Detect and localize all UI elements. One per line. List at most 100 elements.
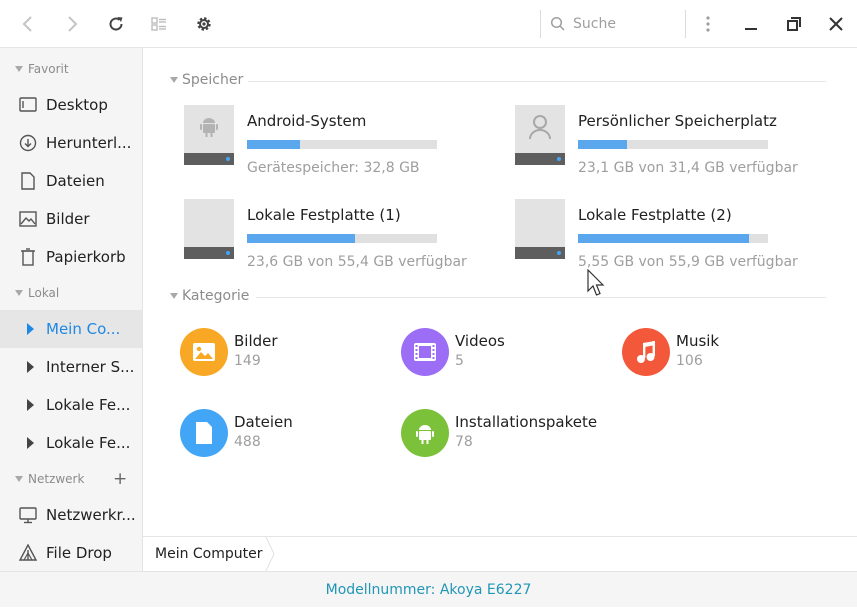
expand-arrow-icon[interactable] (27, 399, 34, 411)
category-documents[interactable]: Dateien 488 (180, 409, 380, 457)
drive-led (226, 251, 230, 255)
drive-thumbnail (184, 199, 234, 259)
sidebar-item-local-disk-2[interactable]: Lokale Fe... (0, 424, 142, 462)
chevron-right-icon (68, 16, 78, 32)
usage-bar (247, 234, 437, 243)
sidebar-item-desktop[interactable]: Desktop (0, 86, 142, 124)
sidebar-item-label: Papierkorb (46, 248, 126, 266)
category-circle (401, 328, 449, 376)
drive-name: Lokale Festplatte (2) (578, 206, 732, 224)
search-input[interactable] (573, 13, 673, 35)
sidebar-item-file-drop[interactable]: File Drop (0, 534, 142, 572)
sidebar-item-downloads[interactable]: Herunterl... (0, 124, 142, 162)
maximize-button[interactable] (782, 12, 806, 36)
storage-header[interactable]: Speicher (170, 72, 826, 90)
menu-button[interactable] (696, 12, 720, 36)
collapse-arrow-icon (15, 66, 23, 72)
sidebar-item-network[interactable]: Netzwerkr... (0, 496, 142, 534)
sidebar-item-label: Herunterl... (46, 134, 132, 152)
category-count: 149 (234, 353, 261, 369)
sidebar-item-label: Desktop (46, 96, 108, 114)
category-install-packages[interactable]: Installationspakete 78 (401, 409, 601, 457)
sidebar-item-local-disk-1[interactable]: Lokale Fe... (0, 386, 142, 424)
download-icon (19, 134, 37, 152)
sidebar-item-trash[interactable]: Papierkorb (0, 238, 142, 276)
sidebar: Favorit Desktop Herunterl... Dateien Bil… (0, 48, 143, 571)
toolbar (0, 0, 857, 48)
sidebar-item-label: Lokale Fe... (46, 434, 131, 452)
category-count: 488 (234, 434, 261, 450)
drive-name: Android-System (247, 112, 367, 130)
drive-name: Persönlicher Speicherplatz (578, 112, 777, 130)
sidebar-item-label: Lokale Fe... (46, 396, 131, 414)
sidebar-item-label: File Drop (46, 544, 112, 562)
expand-arrow-icon[interactable] (27, 361, 34, 373)
sidebar-item-label: Dateien (46, 172, 105, 190)
breadcrumb-my-computer[interactable]: Mein Computer (143, 537, 275, 571)
category-name: Musik (676, 332, 720, 350)
divider (256, 297, 826, 298)
usage-fill (578, 140, 628, 149)
search-box[interactable] (540, 10, 686, 38)
usage-fill (247, 140, 301, 149)
category-videos[interactable]: Videos 5 (401, 328, 601, 376)
section-favorites[interactable]: Favorit (0, 59, 143, 81)
category-images[interactable]: Bilder 149 (180, 328, 380, 376)
forward-button[interactable] (60, 12, 84, 36)
close-button[interactable] (824, 12, 848, 36)
drive-local-disk-1[interactable]: Lokale Festplatte (1) 23,6 GB von 55,4 G… (184, 199, 484, 279)
expand-arrow-icon[interactable] (27, 323, 34, 335)
sidebar-item-internal-storage[interactable]: Interner S... (0, 348, 142, 386)
file-icon (21, 172, 35, 190)
drive-base (184, 153, 234, 165)
status-bar: Modellnummer: Akoya E6227 (0, 571, 857, 607)
add-network-button[interactable]: + (113, 469, 127, 489)
gear-icon (197, 17, 211, 31)
section-label: Netzwerk (28, 472, 85, 486)
minimize-icon (745, 28, 757, 30)
path-bar: Mein Computer (143, 536, 857, 571)
storage-title: Speicher (182, 72, 244, 88)
drive-base (515, 247, 565, 259)
section-network[interactable]: Netzwerk + (0, 469, 143, 491)
drive-led (226, 157, 230, 161)
drive-local-disk-2[interactable]: Lokale Festplatte (2) 5,55 GB von 55,9 G… (515, 199, 815, 279)
chevron-left-icon (22, 16, 32, 32)
category-title: Kategorie (182, 288, 250, 304)
back-button[interactable] (16, 12, 40, 36)
settings-button[interactable] (192, 12, 216, 36)
usage-bar (578, 234, 768, 243)
search-icon (550, 16, 565, 31)
desktop-icon (19, 97, 37, 112)
divider (248, 81, 826, 82)
drive-base (184, 247, 234, 259)
expand-arrow-icon[interactable] (27, 437, 34, 449)
sidebar-item-label: Mein Co... (46, 320, 121, 338)
section-label: Lokal (28, 286, 60, 300)
sidebar-item-label: Netzwerkr... (46, 506, 136, 524)
video-icon (414, 343, 436, 361)
section-local[interactable]: Lokal (0, 283, 143, 305)
collapse-arrow-icon (170, 77, 178, 83)
view-toggle-button[interactable] (147, 12, 171, 36)
category-name: Installationspakete (455, 413, 598, 431)
drive-personal-storage[interactable]: Persönlicher Speicherplatz 23,1 GB von 3… (515, 105, 815, 185)
android-icon (416, 425, 434, 444)
list-view-icon (151, 17, 166, 31)
drive-android-system[interactable]: Android-System Gerätespeicher: 32,8 GB (184, 105, 484, 185)
category-music[interactable]: Musik 106 (622, 328, 822, 376)
drive-base (515, 153, 565, 165)
sidebar-item-pictures[interactable]: Bilder (0, 200, 142, 238)
category-count: 106 (676, 353, 703, 369)
minimize-button[interactable] (739, 12, 763, 36)
sidebar-item-my-computer[interactable]: Mein Co... (0, 310, 142, 348)
category-header[interactable]: Kategorie (170, 288, 826, 306)
drive-info: 23,1 GB von 31,4 GB verfügbar (578, 160, 798, 176)
sidebar-item-label: Bilder (46, 210, 90, 228)
file-drop-icon (19, 544, 37, 561)
sidebar-item-files[interactable]: Dateien (0, 162, 142, 200)
drive-info: 23,6 GB von 55,4 GB verfügbar (247, 254, 467, 270)
category-count: 5 (455, 353, 464, 369)
collapse-arrow-icon (15, 476, 23, 482)
reload-button[interactable] (104, 12, 128, 36)
